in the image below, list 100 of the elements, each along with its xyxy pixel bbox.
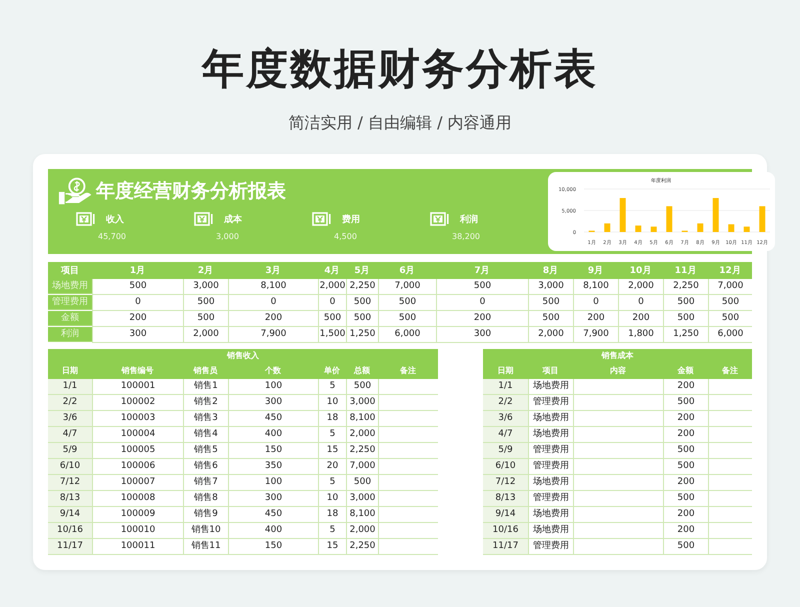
table-cell: 1,250 bbox=[663, 327, 708, 343]
kpi-label: 费用 bbox=[342, 213, 360, 226]
row-header: 管理费用 bbox=[48, 295, 92, 310]
table-cell: 2/2 bbox=[483, 395, 528, 411]
page-subtitle: 简洁实用 / 自由编辑 / 内容通用 bbox=[288, 112, 512, 134]
table-cell: 150 bbox=[228, 539, 318, 555]
table-cell: 7/12 bbox=[48, 475, 92, 491]
table-cell: 150 bbox=[228, 443, 318, 459]
table-cell: 销售4 bbox=[183, 427, 228, 443]
table-cell: 0 bbox=[618, 295, 663, 311]
table-cell: 3,000 bbox=[528, 279, 573, 295]
column-header: 12月 bbox=[708, 264, 752, 279]
table-cell: 500 bbox=[436, 279, 528, 295]
table-cell: 500 bbox=[318, 311, 346, 327]
table-cell: 2,250 bbox=[346, 539, 378, 555]
column-header: 3月 bbox=[228, 264, 318, 279]
table-cell: 10 bbox=[318, 395, 346, 411]
table-cell: 4/7 bbox=[483, 427, 528, 443]
column-header: 单价 bbox=[318, 363, 346, 379]
column-header: 6月 bbox=[378, 264, 436, 279]
table-cell bbox=[708, 523, 752, 539]
table-cell: 9/14 bbox=[483, 507, 528, 523]
table-cell: 350 bbox=[228, 459, 318, 475]
table-cell: 7,000 bbox=[708, 279, 752, 295]
table-cell: 100001 bbox=[92, 379, 183, 395]
table-cell: 销售7 bbox=[183, 475, 228, 491]
table-cell: 2,000 bbox=[528, 327, 573, 343]
column-header: 11月 bbox=[663, 264, 708, 279]
table-cell: 销售9 bbox=[183, 507, 228, 523]
table-cell: 15 bbox=[318, 539, 346, 555]
yen-icon bbox=[312, 212, 332, 226]
table-cell: 2,250 bbox=[346, 279, 378, 295]
table-cell: 200 bbox=[618, 311, 663, 327]
table-cell: 100011 bbox=[92, 539, 183, 555]
table-cell: 11/17 bbox=[48, 539, 92, 555]
table-cell: 500 bbox=[346, 311, 378, 327]
table-cell: 6,000 bbox=[708, 327, 752, 343]
table-cell: 管理费用 bbox=[528, 443, 573, 459]
table-cell bbox=[708, 459, 752, 475]
column-header: 个数 bbox=[228, 363, 318, 379]
table-cell: 400 bbox=[228, 523, 318, 539]
chart-bar bbox=[604, 223, 610, 232]
table-cell: 200 bbox=[663, 523, 708, 539]
table-cell: 100004 bbox=[92, 427, 183, 443]
table-cell: 7/12 bbox=[483, 475, 528, 491]
table-cell: 200 bbox=[92, 311, 183, 327]
table-cell: 管理费用 bbox=[528, 395, 573, 411]
table-cell: 7,900 bbox=[228, 327, 318, 343]
table-cell: 500 bbox=[708, 295, 752, 311]
table-cell bbox=[378, 507, 438, 523]
table-cell: 500 bbox=[663, 295, 708, 311]
table-cell bbox=[378, 523, 438, 539]
report-title: 年度经营财务分析报表 bbox=[96, 179, 286, 204]
table-cell: 7,900 bbox=[573, 327, 618, 343]
column-header: 日期 bbox=[483, 363, 528, 379]
column-header: 4月 bbox=[318, 264, 346, 279]
table-cell: 0 bbox=[573, 295, 618, 311]
table-cell: 6,000 bbox=[378, 327, 436, 343]
table-cell bbox=[378, 539, 438, 555]
table-cell: 5 bbox=[318, 379, 346, 395]
table-cell: 200 bbox=[663, 427, 708, 443]
table-cell: 1/1 bbox=[483, 379, 528, 395]
table-cell: 500 bbox=[663, 311, 708, 327]
table-cell: 10/16 bbox=[48, 523, 92, 539]
table-cell: 场地费用 bbox=[528, 507, 573, 523]
table-cell: 6/10 bbox=[48, 459, 92, 475]
table-cell: 2,000 bbox=[183, 327, 228, 343]
table-cell: 200 bbox=[573, 311, 618, 327]
column-header: 备注 bbox=[378, 363, 438, 379]
column-header: 7月 bbox=[436, 264, 528, 279]
column-header: 项目 bbox=[528, 363, 573, 379]
table-cell: 200 bbox=[663, 507, 708, 523]
table-cell: 0 bbox=[318, 295, 346, 311]
kpi-value: 4,500 bbox=[334, 232, 358, 241]
table-cell: 销售6 bbox=[183, 459, 228, 475]
table-cell: 500 bbox=[663, 459, 708, 475]
table-cell: 0 bbox=[436, 295, 528, 311]
table-cell: 场地费用 bbox=[528, 411, 573, 427]
table-cell bbox=[378, 427, 438, 443]
table-cell: 场地费用 bbox=[528, 427, 573, 443]
table-cell: 200 bbox=[663, 475, 708, 491]
table-cell: 2,250 bbox=[346, 443, 378, 459]
table-cell: 2,000 bbox=[618, 279, 663, 295]
table-cell bbox=[708, 395, 752, 411]
table-cell: 100002 bbox=[92, 395, 183, 411]
kpi-value: 38,200 bbox=[452, 232, 481, 241]
table-cell: 300 bbox=[228, 395, 318, 411]
table-cell: 10 bbox=[318, 491, 346, 507]
table-cell: 3,000 bbox=[346, 491, 378, 507]
table-cell: 100005 bbox=[92, 443, 183, 459]
table-cell: 场地费用 bbox=[528, 379, 573, 395]
column-header: 2月 bbox=[183, 264, 228, 279]
table-cell bbox=[378, 491, 438, 507]
hand-coin-icon bbox=[58, 176, 92, 206]
table-cell: 0 bbox=[228, 295, 318, 311]
column-header: 项目 bbox=[48, 264, 92, 279]
table-cell: 100 bbox=[228, 379, 318, 395]
column-header: 内容 bbox=[573, 363, 663, 379]
table-cell: 5/9 bbox=[483, 443, 528, 459]
column-header: 备注 bbox=[708, 363, 752, 379]
